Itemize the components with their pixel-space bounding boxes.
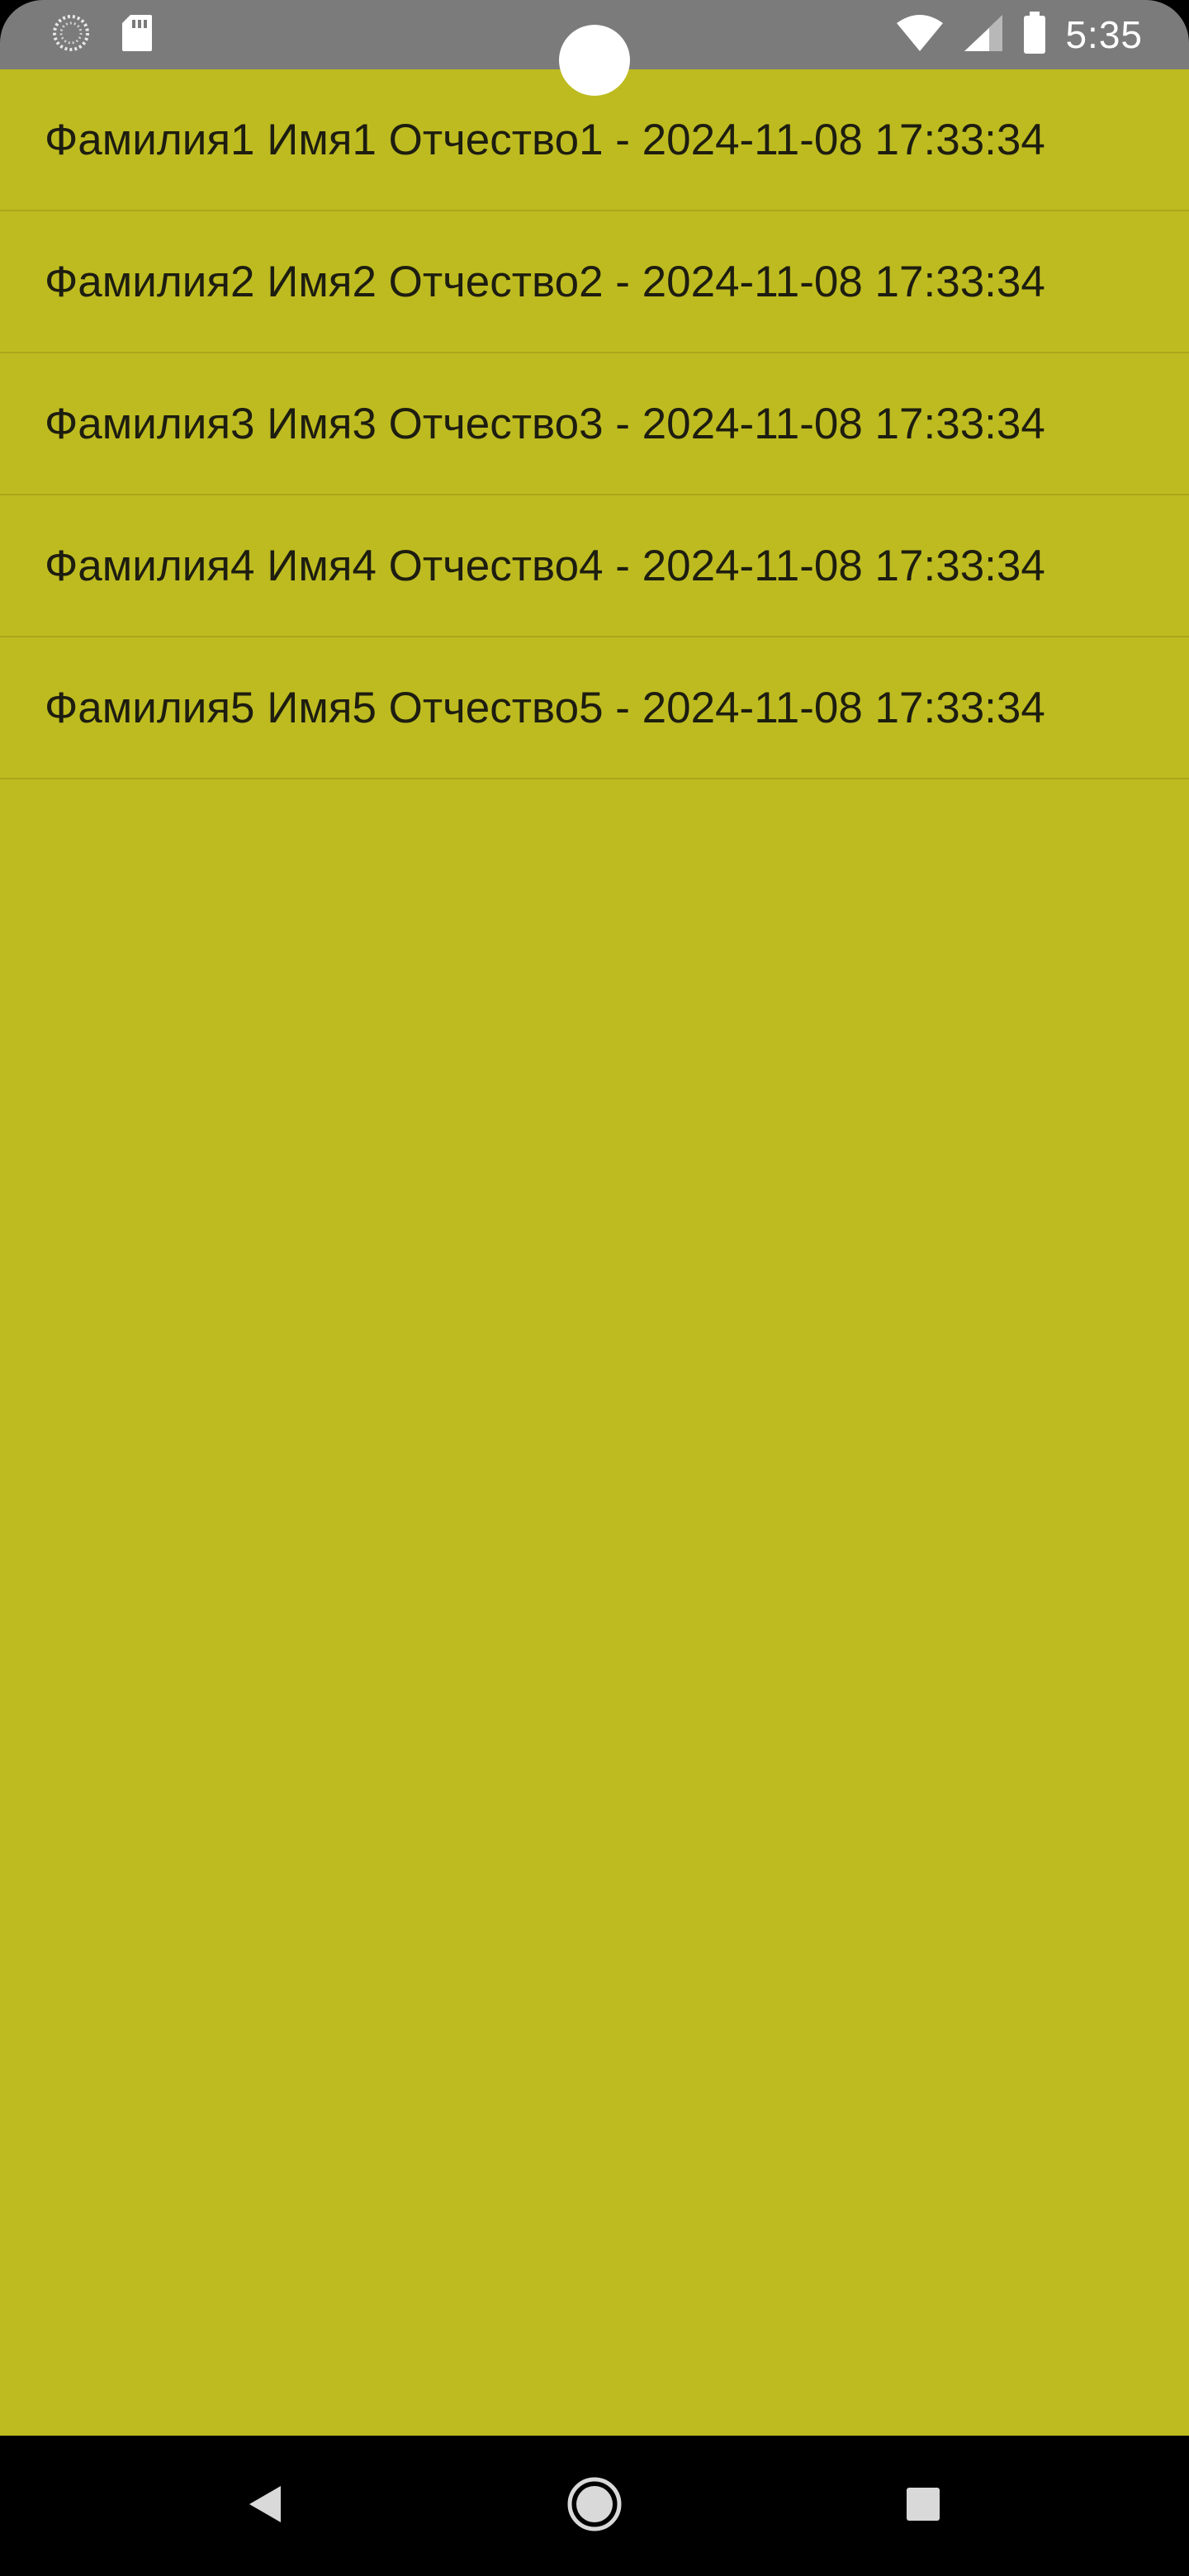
- list-item[interactable]: Фамилия4 Имя4 Отчество4 - 2024-11-08 17:…: [0, 495, 1189, 637]
- home-button[interactable]: [524, 2436, 665, 2576]
- name-date-list: Фамилия1 Имя1 Отчество1 - 2024-11-08 17:…: [0, 69, 1189, 779]
- camera-cutout: [559, 25, 630, 96]
- status-left-icons: [51, 13, 154, 56]
- list-item[interactable]: Фамилия2 Имя2 Отчество2 - 2024-11-08 17:…: [0, 211, 1189, 353]
- list-item-label: Фамилия1 Имя1 Отчество1 - 2024-11-08 17:…: [45, 115, 1045, 164]
- list-item[interactable]: Фамилия3 Имя3 Отчество3 - 2024-11-08 17:…: [0, 353, 1189, 495]
- sd-card-icon: [121, 13, 154, 56]
- list-item-label: Фамилия4 Имя4 Отчество4 - 2024-11-08 17:…: [45, 541, 1045, 590]
- back-icon: [244, 2483, 284, 2529]
- home-icon: [566, 2476, 623, 2536]
- list-item-label: Фамилия2 Имя2 Отчество2 - 2024-11-08 17:…: [45, 257, 1045, 306]
- list-item[interactable]: Фамилия5 Имя5 Отчество5 - 2024-11-08 17:…: [0, 637, 1189, 779]
- cell-signal-icon: [963, 13, 1004, 56]
- back-button[interactable]: [194, 2436, 334, 2576]
- recents-icon: [905, 2486, 941, 2526]
- app-content: Фамилия1 Имя1 Отчество1 - 2024-11-08 17:…: [0, 69, 1189, 2436]
- battery-icon: [1022, 12, 1047, 58]
- status-time: 5:35: [1065, 13, 1143, 56]
- device-screen: 5:35 Фамилия1 Имя1 Отчество1 - 2024-11-0…: [0, 0, 1189, 2576]
- wifi-icon: [895, 13, 945, 56]
- list-item-label: Фамилия5 Имя5 Отчество5 - 2024-11-08 17:…: [45, 683, 1045, 732]
- navigation-bar: [0, 2436, 1189, 2576]
- recents-button[interactable]: [853, 2436, 993, 2576]
- status-right-icons: 5:35: [895, 8, 1143, 61]
- list-item-label: Фамилия3 Имя3 Отчество3 - 2024-11-08 17:…: [45, 399, 1045, 448]
- spinner-notification-icon: [51, 13, 91, 56]
